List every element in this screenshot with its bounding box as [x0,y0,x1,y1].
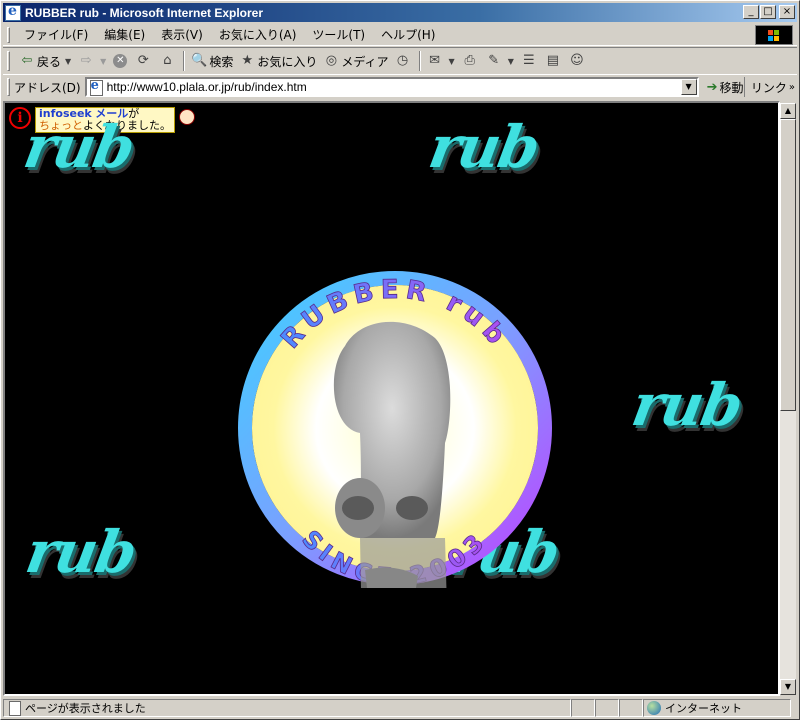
go-button[interactable]: ➔ 移動 [707,79,744,96]
links-label: リンク [750,80,787,95]
media-button[interactable]: ◎ メディア [320,50,391,72]
go-arrow-icon: ➔ [706,79,718,95]
status-bar: ページが表示されました インターネット [3,698,797,718]
back-dropdown-icon[interactable]: ▼ [65,57,71,66]
mail-icon: ✉ [429,53,440,68]
mascot-icon [179,109,195,125]
scroll-down-button[interactable]: ▼ [780,679,796,695]
edit-button[interactable]: ✎ [483,50,507,72]
address-bar: アドレス(D) http://www10.plala.or.jp/rub/ind… [3,76,797,98]
refresh-icon: ⟳ [137,53,149,68]
title-bar[interactable]: RUBBER rub - Microsoft Internet Explorer… [3,3,797,22]
discuss-button[interactable]: ☰ [518,50,542,72]
history-icon: ◷ [396,53,409,68]
vertical-scrollbar[interactable]: ▲ ▼ [780,103,796,695]
scroll-up-button[interactable]: ▲ [780,103,796,119]
menu-bar: ファイル(F) 編集(E) 表示(V) お気に入り(A) ツール(T) ヘルプ(… [3,24,797,46]
status-panel [595,699,619,717]
back-button[interactable]: ⇦ 戻る [16,50,64,72]
stop-button[interactable]: ✕ [110,50,132,72]
address-url[interactable]: http://www10.plala.or.jp/rub/index.htm [107,80,307,94]
edit-dropdown-icon[interactable]: ▼ [508,57,514,66]
rubber-rub-emblem: RUBBER rub SINCE 2003 [238,271,552,588]
status-panel [571,699,595,717]
favorites-button[interactable]: ★ お気に入り [236,50,320,72]
rub-logo: rub [21,518,141,586]
discuss-icon: ☰ [523,53,535,68]
go-label: 移動 [719,80,744,95]
menu-tools[interactable]: ツール(T) [304,26,373,43]
address-label: アドレス(D) [14,80,81,95]
menu-view[interactable]: 表示(V) [153,26,211,43]
media-label: メディア [341,54,389,69]
menu-help[interactable]: ヘルプ(H) [373,26,443,43]
favorites-label: お気に入り [257,54,318,69]
menu-edit[interactable]: 編集(E) [96,26,153,43]
window-title: RUBBER rub - Microsoft Internet Explorer [25,5,264,20]
menu-favorites[interactable]: お気に入り(A) [211,26,305,43]
toolbar-grip[interactable] [7,51,10,71]
zone-indicator[interactable]: インターネット [643,699,791,717]
rub-logo: rub [627,371,747,439]
refresh-button[interactable]: ⟳ [132,50,156,72]
toolbar-separator [418,51,421,71]
back-label: 戻る [37,54,62,69]
status-panel [619,699,643,717]
zone-text: インターネット [665,702,742,715]
research-button[interactable]: ▤ [542,50,566,72]
menu-file[interactable]: ファイル(F) [16,26,96,43]
mail-dropdown-icon[interactable]: ▼ [449,57,455,66]
chevron-right-icon: » [788,81,795,93]
history-button[interactable]: ◷ [392,50,416,72]
search-button[interactable]: 🔍 検索 [188,50,236,72]
rub-logo: rub [424,113,544,181]
status-text: ページが表示されました [25,702,146,715]
scroll-thumb[interactable] [780,119,796,411]
windows-logo-icon [755,25,793,45]
search-label: 検索 [209,54,234,69]
forward-button[interactable]: ⇨ [75,50,99,72]
minimize-button[interactable]: _ [743,5,759,19]
internet-zone-icon [647,701,661,715]
status-message: ページが表示されました [3,699,571,717]
forward-arrow-icon: ⇨ [80,53,92,68]
maximize-button[interactable]: □ [760,5,776,19]
page-done-icon [7,701,21,716]
media-icon: ◎ [325,53,338,68]
stop-icon: ✕ [113,54,128,68]
home-button[interactable]: ⌂ [156,50,180,72]
forward-dropdown-icon[interactable]: ▼ [100,57,106,66]
links-button[interactable]: リンク » [743,77,795,97]
messenger-icon: ☺ [570,53,584,68]
favorites-icon: ★ [241,53,254,68]
edit-icon: ✎ [488,53,500,68]
back-arrow-icon: ⇦ [21,53,33,68]
addressbar-grip[interactable] [7,78,10,96]
print-button[interactable]: ⎙ [459,50,483,72]
menubar-grip[interactable] [7,26,10,43]
close-button[interactable]: × [779,5,795,19]
address-input[interactable]: http://www10.plala.or.jp/rub/index.htm ▼ [84,77,699,97]
messenger-button[interactable]: ☺ [566,50,590,72]
mail-button[interactable]: ✉ [424,50,448,72]
ie-icon [5,3,21,21]
rub-logo: rub [19,113,139,181]
print-icon: ⎙ [464,53,475,68]
home-icon: ⌂ [163,53,172,68]
research-icon: ▤ [546,53,559,68]
page-content: i infoseek メールが ちょっとよくなりました。 rub rub rub… [3,101,780,696]
page-icon [88,78,104,96]
toolbar-separator [183,51,186,71]
standard-toolbar: ⇦ 戻る ▼ ⇨ ▼ ✕ ⟳ ⌂ 🔍 検索 ★ お気に入り ◎ メディア ◷ ✉… [3,47,797,75]
search-icon: 🔍 [191,53,208,68]
browser-window: RUBBER rub - Microsoft Internet Explorer… [0,0,800,720]
address-dropdown-icon[interactable]: ▼ [680,79,697,95]
